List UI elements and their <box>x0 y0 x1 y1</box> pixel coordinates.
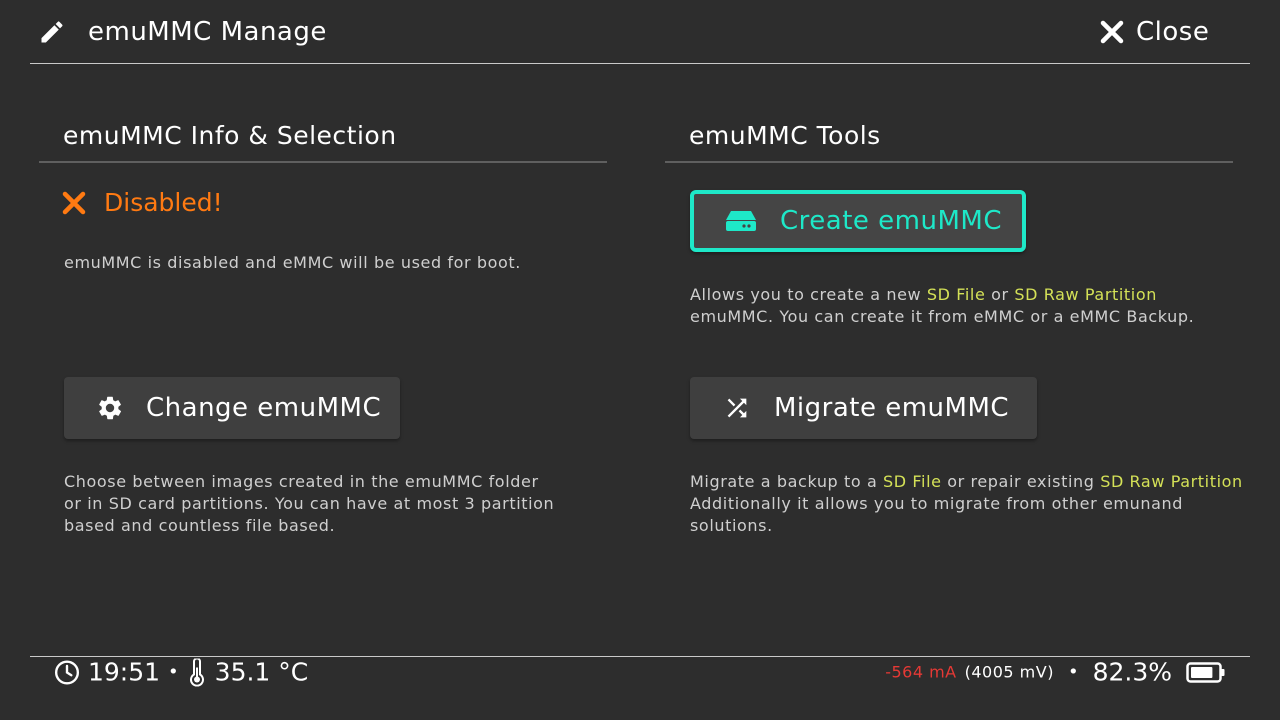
separator-dot: • <box>168 661 179 683</box>
migrate-description: Migrate a backup to a SD File or repair … <box>690 471 1243 537</box>
separator-dot: • <box>1067 661 1079 683</box>
page-title: emuMMC Manage <box>88 17 327 47</box>
sd-raw-partition-highlight: SD Raw Partition <box>1014 285 1157 304</box>
desc-text: or <box>985 285 1015 304</box>
shuffle-icon <box>727 398 747 418</box>
info-section-title: emuMMC Info & Selection <box>63 121 397 150</box>
footer-status-right: -564 mA (4005 mV) • 82.3% <box>885 658 1226 687</box>
change-desc-line: or in SD card partitions. You can have a… <box>64 494 555 513</box>
pencil-icon <box>41 21 63 43</box>
battery-fill <box>1191 666 1213 678</box>
current-draw: -564 mA <box>885 662 957 682</box>
migrate-desc-line: solutions. <box>690 516 773 535</box>
drive-icon <box>726 211 756 231</box>
sd-file-highlight: SD File <box>926 285 986 304</box>
create-emummc-label: Create emuMMC <box>780 206 1002 236</box>
footer-status-left: 19:51 • 35.1 °C <box>54 658 308 687</box>
create-description: Allows you to create a new SD File or SD… <box>690 284 1194 328</box>
change-emummc-label: Change emuMMC <box>146 393 382 423</box>
create-emummc-button[interactable]: Create emuMMC <box>690 190 1026 252</box>
status-text: Disabled! <box>104 188 223 217</box>
tools-section-title: emuMMC Tools <box>689 121 881 150</box>
change-desc-line: based and countless file based. <box>64 516 336 535</box>
change-desc-line: Choose between images created in the emu… <box>64 472 539 491</box>
info-section-divider <box>39 161 607 163</box>
clock-icon <box>54 659 80 685</box>
change-emummc-button[interactable]: Change emuMMC <box>64 377 400 439</box>
migrate-desc-line: Additionally it allows you to migrate fr… <box>690 494 1183 513</box>
status-description: emuMMC is disabled and eMMC will be used… <box>64 253 521 272</box>
voltage-display: (4005 mV) <box>964 662 1054 682</box>
temperature-display: 35.1 °C <box>214 657 309 687</box>
desc-text: or repair existing <box>941 472 1101 491</box>
x-icon <box>1100 20 1124 44</box>
create-desc-line: Allows you to create a new SD File or SD… <box>690 284 1194 306</box>
gear-icon <box>99 396 122 420</box>
migrate-emummc-button[interactable]: Migrate emuMMC <box>690 377 1037 439</box>
migrate-emummc-label: Migrate emuMMC <box>774 393 1010 423</box>
desc-text: Allows you to create a new <box>690 285 927 304</box>
sd-raw-partition-highlight: SD Raw Partition <box>1100 472 1243 491</box>
create-desc-line: emuMMC. You can create it from eMMC or a… <box>690 307 1195 326</box>
sd-file-highlight: SD File <box>883 472 942 491</box>
tools-section-divider <box>665 161 1233 163</box>
thermometer-icon <box>189 658 204 686</box>
header-divider <box>30 63 1250 64</box>
desc-text: Migrate a backup to a <box>690 472 884 491</box>
close-button[interactable]: Close <box>1100 14 1209 50</box>
status-indicator: Disabled! <box>62 188 223 217</box>
battery-icon <box>1186 661 1225 683</box>
change-description: Choose between images created in the emu… <box>64 471 554 537</box>
battery-percent: 82.3% <box>1092 657 1172 687</box>
close-label: Close <box>1136 17 1210 47</box>
time-display: 19:51 <box>88 657 161 687</box>
x-icon <box>62 191 86 214</box>
migrate-desc-line: Migrate a backup to a SD File or repair … <box>690 471 1243 493</box>
